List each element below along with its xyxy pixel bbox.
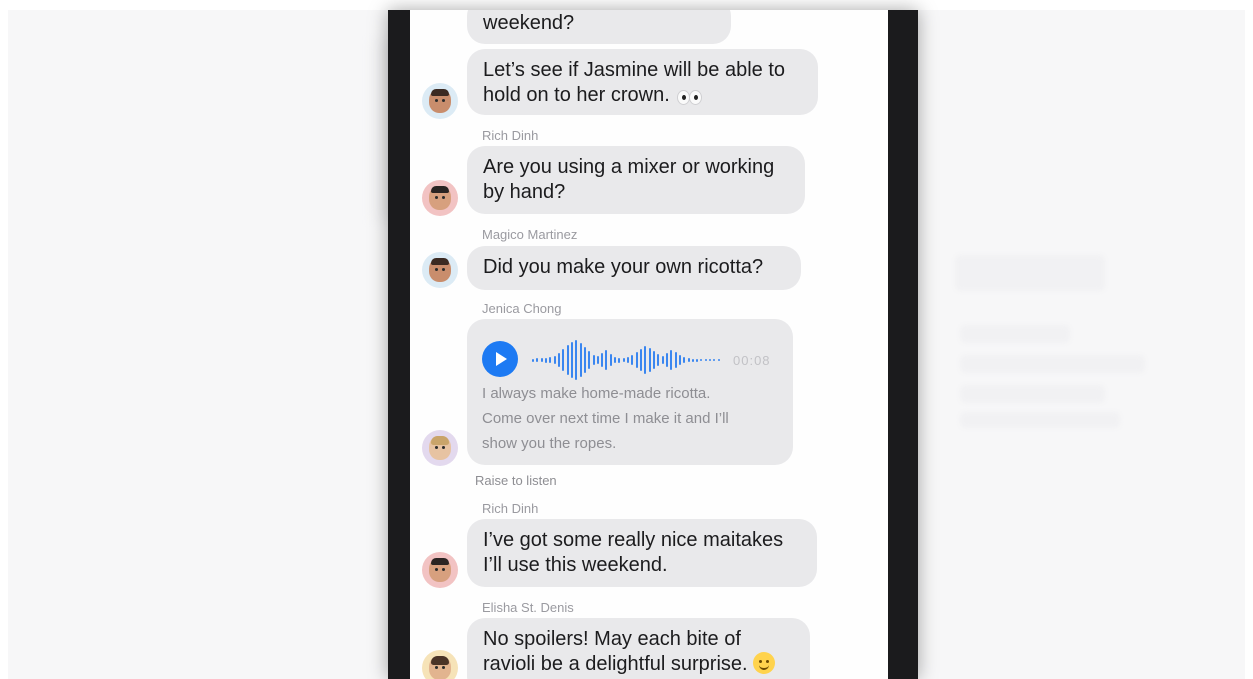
audio-waveform[interactable] <box>532 339 722 381</box>
message-text: by hand? <box>483 181 566 203</box>
avatar[interactable] <box>422 83 458 119</box>
waveform-bar <box>687 358 690 362</box>
sender-name: Elisha St. Denis <box>482 600 574 615</box>
video-frame: weekend? Let’s see if Jasmine will be ab… <box>0 0 1253 679</box>
background-blur-block <box>960 355 1145 373</box>
waveform-bar <box>648 348 651 372</box>
avatar[interactable] <box>422 552 458 588</box>
memoji-jenica-icon <box>429 436 451 460</box>
waveform-bar <box>579 343 582 377</box>
background-blur-block <box>960 412 1120 428</box>
waveform-bar <box>618 357 621 363</box>
waveform-bar <box>704 359 707 361</box>
transcript-line: show you the ropes. <box>482 435 617 452</box>
message-text: weekend? <box>483 12 575 34</box>
memoji-boy-icon <box>429 89 451 113</box>
message-bubble[interactable]: Let’s see if Jasmine will be able to hol… <box>467 49 818 115</box>
sender-name: Magico Martinez <box>482 227 578 242</box>
memoji-elisha-icon <box>429 656 451 679</box>
waveform-bar <box>592 355 595 365</box>
avatar[interactable] <box>422 252 458 288</box>
raise-to-listen-label: Raise to listen <box>475 473 557 488</box>
waveform-bar <box>609 354 612 366</box>
message-text: hold on to her crown. <box>483 84 670 106</box>
audio-message-bubble[interactable]: 00:08 I always make home-made ricotta. C… <box>467 319 793 465</box>
waveform-bar <box>696 358 699 362</box>
waveform-bar <box>583 347 586 373</box>
message-bubble[interactable]: Are you using a mixer or working by hand… <box>467 146 805 214</box>
waveform-bar <box>540 358 543 362</box>
message-text: I’ll use this weekend. <box>483 554 668 576</box>
waveform-bar <box>678 355 681 365</box>
waveform-bar <box>622 358 625 362</box>
waveform-bar <box>614 357 616 363</box>
avatar[interactable] <box>422 430 458 466</box>
avatar[interactable] <box>422 650 458 679</box>
waveform-bar <box>553 356 556 364</box>
memoji-rich-icon <box>429 186 451 210</box>
waveform-bar <box>588 351 591 369</box>
waveform-bar <box>575 340 578 380</box>
message-text: Did you make your own ricotta? <box>483 256 764 278</box>
waveform-bar <box>545 357 547 363</box>
sender-name: Rich Dinh <box>482 501 539 516</box>
message-bubble[interactable]: weekend? <box>467 10 731 44</box>
waveform-bar <box>713 359 716 361</box>
avatar[interactable] <box>422 180 458 216</box>
message-text: Are you using a mixer or working <box>483 156 775 178</box>
waveform-bar <box>709 359 711 361</box>
message-bubble[interactable]: No spoilers! May each bite of ravioli be… <box>467 618 810 679</box>
message-text: ravioli be a delightful surprise. <box>483 653 748 675</box>
waveform-bar <box>570 342 573 378</box>
waveform-bar <box>566 345 569 375</box>
background-blur-block <box>960 325 1070 343</box>
waveform-bar <box>601 353 604 367</box>
waveform-bar <box>644 346 647 374</box>
smiling-face-emoji-icon <box>753 652 776 674</box>
waveform-bar <box>631 355 634 365</box>
waveform-bar <box>627 357 629 363</box>
waveform-bar <box>652 351 655 369</box>
message-bubble[interactable]: I’ve got some really nice maitakes I’ll … <box>467 519 817 587</box>
memoji-boy-icon <box>429 258 451 282</box>
waveform-bar <box>605 350 608 370</box>
background-blur-block <box>955 255 1105 291</box>
waveform-bar <box>596 356 599 364</box>
waveform-bar <box>661 356 664 364</box>
message-text: No spoilers! May each bite of <box>483 628 741 650</box>
waveform-bar <box>657 354 660 366</box>
waveform-bar <box>635 352 638 368</box>
waveform-bar <box>640 349 642 371</box>
waveform-bar <box>700 359 703 361</box>
waveform-bar <box>536 358 539 362</box>
audio-duration: 00:08 <box>733 353 771 368</box>
waveform-bar <box>532 358 534 362</box>
message-text: Let’s see if Jasmine will be able to <box>483 59 786 81</box>
waveform-bar <box>557 353 560 367</box>
waveform-bar <box>691 358 694 362</box>
play-icon[interactable] <box>482 341 518 377</box>
memoji-rich-icon <box>429 558 451 582</box>
eyes-emoji-icon <box>675 89 703 105</box>
sender-name: Rich Dinh <box>482 128 539 143</box>
waveform-bar <box>674 352 677 368</box>
transcript-line: Come over next time I make it and I’ll <box>482 410 729 427</box>
background-blur-block <box>960 385 1105 403</box>
message-text: I’ve got some really nice maitakes <box>483 529 784 551</box>
waveform-bar <box>562 349 565 371</box>
waveform-bar <box>717 359 720 361</box>
message-bubble[interactable]: Did you make your own ricotta? <box>467 246 801 290</box>
messages-screen[interactable]: weekend? Let’s see if Jasmine will be ab… <box>410 10 888 679</box>
transcript-line: I always make home-made ricotta. <box>482 385 711 402</box>
waveform-bar <box>665 353 668 367</box>
waveform-bar <box>549 357 552 363</box>
audio-transcript: I always make home-made ricotta. Come ov… <box>482 381 729 456</box>
waveform-bar <box>670 350 673 370</box>
waveform-bar <box>683 357 686 363</box>
sender-name: Jenica Chong <box>482 301 562 316</box>
